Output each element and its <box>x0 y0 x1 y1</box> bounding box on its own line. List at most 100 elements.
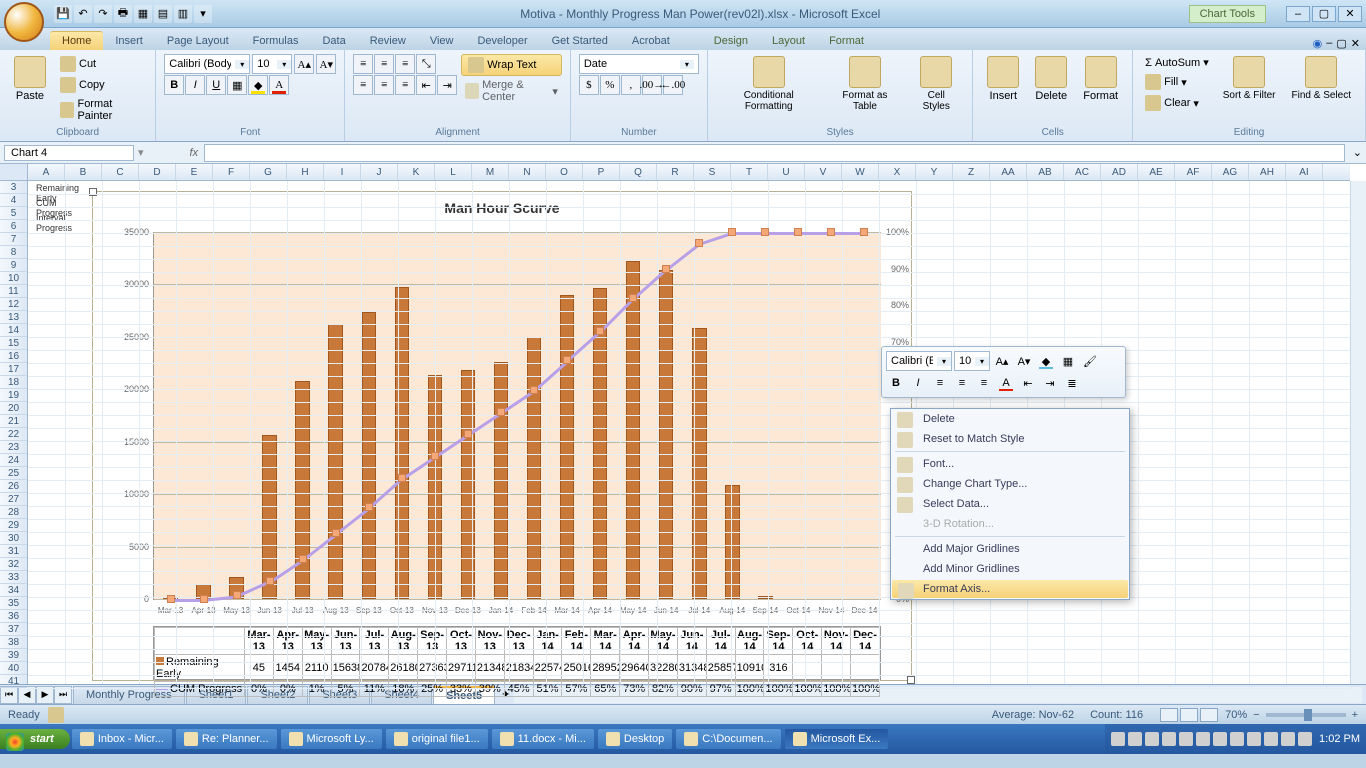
tray-icon[interactable] <box>1264 732 1278 746</box>
row-header[interactable]: 14 <box>0 324 27 337</box>
row-header[interactable]: 5 <box>0 207 27 220</box>
align-middle-button[interactable]: ≡ <box>374 54 394 74</box>
zoom-in-button[interactable]: + <box>1352 709 1358 721</box>
mini-fill-button[interactable]: ◆ <box>1036 351 1056 371</box>
column-header[interactable]: C <box>102 164 139 180</box>
row-header[interactable]: 32 <box>0 558 27 571</box>
column-header[interactable]: Q <box>620 164 657 180</box>
context-item[interactable]: Reset to Match Style <box>891 429 1129 449</box>
bar[interactable] <box>362 312 377 599</box>
column-headers[interactable]: ABCDEFGHIJKLMNOPQRSTUVWXYZAAABACADAEAFAG… <box>28 164 1350 181</box>
name-box[interactable]: Chart 4 <box>4 145 134 161</box>
select-all-corner[interactable] <box>0 164 28 181</box>
row-header[interactable]: 21 <box>0 415 27 428</box>
line-marker[interactable] <box>299 555 307 563</box>
column-header[interactable]: M <box>472 164 509 180</box>
taskbar-item[interactable]: Inbox - Micr... <box>72 729 172 749</box>
line-marker[interactable] <box>233 591 241 599</box>
line-marker[interactable] <box>497 408 505 416</box>
context-item[interactable]: Font... <box>891 454 1129 474</box>
tray-icon[interactable] <box>1247 732 1261 746</box>
row-header[interactable]: 31 <box>0 545 27 558</box>
align-right-button[interactable]: ≡ <box>395 75 415 95</box>
context-item[interactable]: Delete <box>891 409 1129 429</box>
row-header[interactable]: 19 <box>0 389 27 402</box>
row-header[interactable]: 20 <box>0 402 27 415</box>
taskbar-item[interactable]: Microsoft Ex... <box>785 729 889 749</box>
copy-button[interactable]: Copy <box>56 75 147 95</box>
mini-italic-button[interactable]: I <box>908 373 928 393</box>
taskbar-item[interactable]: original file1... <box>386 729 488 749</box>
column-header[interactable]: AG <box>1212 164 1249 180</box>
font-name-combo[interactable]: ▾ <box>164 54 250 74</box>
mini-grow-font-button[interactable]: A▴ <box>992 351 1012 371</box>
decrease-decimal-button[interactable]: ←.00 <box>663 75 683 95</box>
save-icon[interactable]: 💾 <box>54 5 72 23</box>
tab-acrobat[interactable]: Acrobat <box>620 32 682 50</box>
taskbar-item[interactable]: C:\Documen... <box>676 729 780 749</box>
tab-layout[interactable]: Layout <box>760 32 817 50</box>
row-header[interactable]: 15 <box>0 337 27 350</box>
tray-icon[interactable] <box>1196 732 1210 746</box>
row-header[interactable]: 4 <box>0 194 27 207</box>
tab-page-layout[interactable]: Page Layout <box>155 32 241 50</box>
row-header[interactable]: 3 <box>0 181 27 194</box>
grow-font-button[interactable]: A▴ <box>294 54 314 74</box>
column-header[interactable]: T <box>731 164 768 180</box>
tab-data[interactable]: Data <box>310 32 357 50</box>
row-header[interactable]: 11 <box>0 285 27 298</box>
row-header[interactable]: 33 <box>0 571 27 584</box>
sort-filter-button[interactable]: Sort & Filter <box>1217 54 1282 103</box>
row-header[interactable]: 22 <box>0 428 27 441</box>
close-button[interactable]: ✕ <box>1338 6 1362 22</box>
column-header[interactable]: AH <box>1249 164 1286 180</box>
line-marker[interactable] <box>365 503 373 511</box>
tab-formulas[interactable]: Formulas <box>241 32 311 50</box>
tray-icon[interactable] <box>1281 732 1295 746</box>
column-header[interactable]: AE <box>1138 164 1175 180</box>
fx-button[interactable]: fx <box>184 147 205 159</box>
mini-border-button[interactable]: ▦ <box>1058 351 1078 371</box>
line-marker[interactable] <box>662 265 670 273</box>
chart-object[interactable]: Man Hour Scurve 050001000015000200002500… <box>92 191 912 681</box>
tab-get-started[interactable]: Get Started <box>540 32 620 50</box>
column-header[interactable]: G <box>250 164 287 180</box>
worksheet-area[interactable]: ABCDEFGHIJKLMNOPQRSTUVWXYZAAABACADAEAFAG… <box>0 164 1366 684</box>
row-header[interactable]: 41 <box>0 675 27 688</box>
column-header[interactable]: O <box>546 164 583 180</box>
row-header[interactable]: 29 <box>0 519 27 532</box>
row-headers[interactable]: 3456789101112131415161718192021222324252… <box>0 181 28 684</box>
tray-icon[interactable] <box>1145 732 1159 746</box>
font-size-combo[interactable]: ▾ <box>252 54 292 74</box>
row-header[interactable]: 18 <box>0 376 27 389</box>
row-header[interactable]: 37 <box>0 623 27 636</box>
row-header[interactable]: 40 <box>0 662 27 675</box>
format-cells-button[interactable]: Format <box>1077 54 1124 104</box>
line-marker[interactable] <box>266 577 274 585</box>
mini-shrink-font-button[interactable]: A▾ <box>1014 351 1034 371</box>
mini-font-combo[interactable]: ▾ <box>886 351 952 371</box>
line-marker[interactable] <box>596 327 604 335</box>
line-marker[interactable] <box>728 228 736 236</box>
column-header[interactable]: S <box>694 164 731 180</box>
increase-decimal-button[interactable]: .00→ <box>642 75 662 95</box>
line-marker[interactable] <box>167 595 175 603</box>
line-marker[interactable] <box>530 386 538 394</box>
decrease-indent-button[interactable]: ⇤ <box>416 75 436 95</box>
column-header[interactable]: AB <box>1027 164 1064 180</box>
line-marker[interactable] <box>827 228 835 236</box>
column-header[interactable]: R <box>657 164 694 180</box>
column-header[interactable]: X <box>879 164 916 180</box>
line-marker[interactable] <box>563 356 571 364</box>
row-header[interactable]: 34 <box>0 584 27 597</box>
context-item[interactable]: Format Axis... <box>892 580 1128 598</box>
column-header[interactable]: K <box>398 164 435 180</box>
row-header[interactable]: 24 <box>0 454 27 467</box>
row-header[interactable]: 26 <box>0 480 27 493</box>
tray-icon[interactable] <box>1213 732 1227 746</box>
align-bottom-button[interactable]: ≡ <box>395 54 415 74</box>
formula-expand-icon[interactable]: ⌄ <box>1349 146 1366 159</box>
formula-input[interactable] <box>204 144 1345 162</box>
taskbar-item[interactable]: Re: Planner... <box>176 729 277 749</box>
row-header[interactable]: 6 <box>0 220 27 233</box>
